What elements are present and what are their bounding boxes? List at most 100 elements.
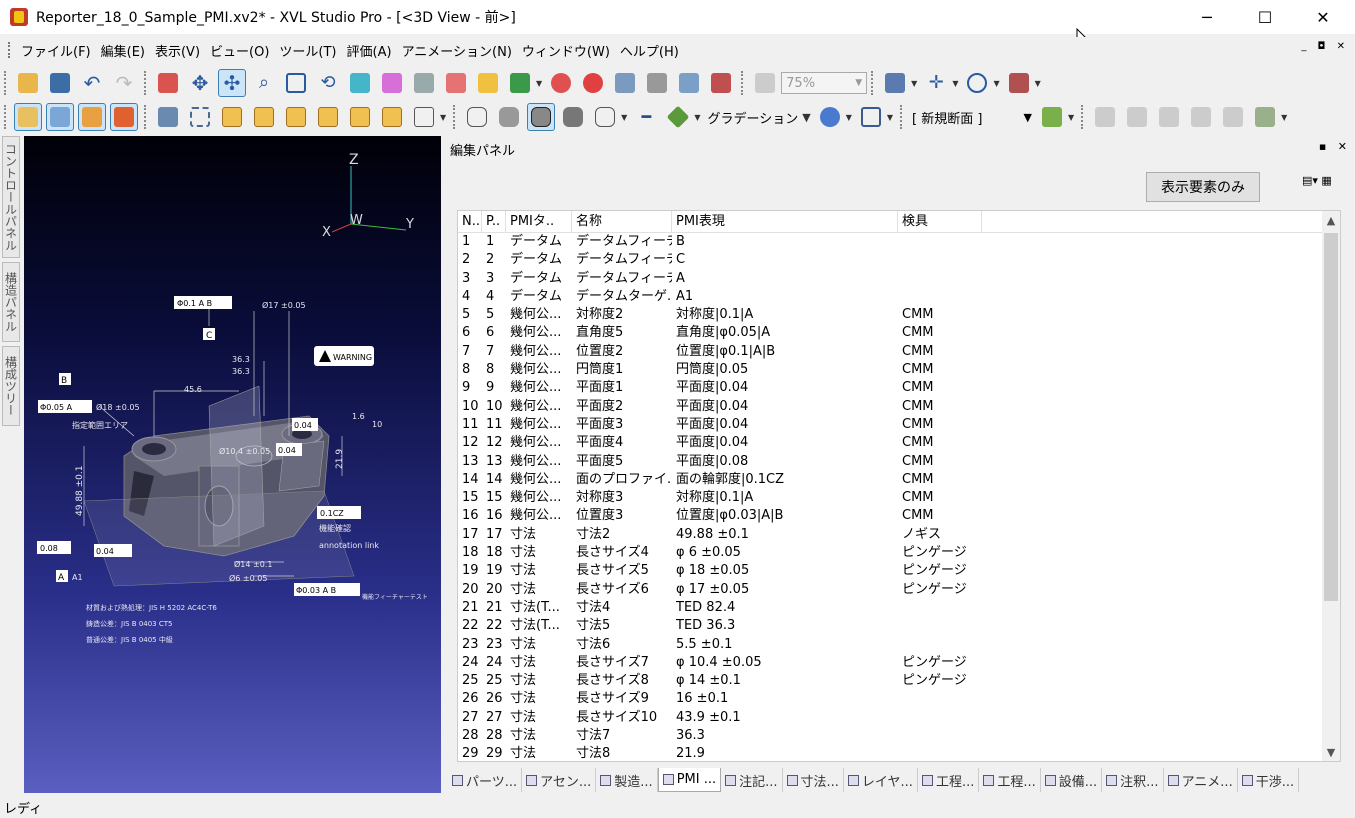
tab-control-panel[interactable]: コントロールパネル: [2, 136, 20, 258]
tab-structure-panel[interactable]: 構造パネル: [2, 262, 20, 342]
tool-n-dropdown[interactable]: ▼: [911, 79, 917, 88]
monitor-dropdown[interactable]: ▼: [887, 113, 893, 122]
import-button[interactable]: [110, 103, 138, 131]
tool-a-button[interactable]: [346, 69, 374, 97]
background-dropdown[interactable]: ▼: [694, 113, 700, 122]
table-row[interactable]: 24 24 寸法 長さサイズ7 φ 10.4 ±0.05 ピンゲージ: [458, 654, 1324, 672]
fit-button[interactable]: [186, 103, 214, 131]
tab-parts[interactable]: パーツ...: [448, 768, 523, 792]
table-row[interactable]: 26 26 寸法 長さサイズ9 16 ±0.1: [458, 690, 1324, 708]
redo-button[interactable]: ↷: [110, 69, 138, 97]
table-row[interactable]: 22 データムデータムフィーチ...C: [458, 251, 1324, 269]
tab-pmi[interactable]: PMI ...: [657, 768, 722, 792]
scroll-up-icon[interactable]: ▲: [1322, 211, 1340, 229]
render-mode-dropdown[interactable]: ▼: [621, 113, 627, 122]
table-row[interactable]: 18 18 寸法 長さサイズ4 φ 6 ±0.05 ピンゲージ: [458, 544, 1324, 562]
view-iso-button[interactable]: [410, 103, 438, 131]
col-header-gauge[interactable]: 検具: [898, 211, 982, 233]
outline-button[interactable]: [591, 103, 619, 131]
tool-n-button[interactable]: [881, 69, 909, 97]
menu-evaluate[interactable]: 評価(A): [342, 41, 397, 60]
close-button[interactable]: ✕: [1294, 0, 1352, 34]
table-row[interactable]: 5 5 幾何公... 対称度2 対称度|0.1|A CMM: [458, 306, 1324, 324]
tree-view-button[interactable]: [14, 103, 42, 131]
open-button[interactable]: [14, 69, 42, 97]
view-iso-dropdown[interactable]: ▼: [440, 113, 446, 122]
table-row[interactable]: 11 11 幾何公... 平面度3 平面度|0.04 CMM: [458, 416, 1324, 434]
tab-animation[interactable]: アニメ...: [1164, 768, 1238, 792]
table-row[interactable]: 21 21 寸法(T... 寸法4 TED 82.4: [458, 599, 1324, 617]
menu-window[interactable]: ウィンドウ(W): [517, 41, 615, 60]
gradation-label[interactable]: グラデーション: [707, 108, 798, 127]
table-row[interactable]: 16 16 幾何公... 位置度3 位置度|φ0.03|A|B CMM: [458, 507, 1324, 525]
link-button[interactable]: [154, 103, 182, 131]
col-header-n[interactable]: N..: [458, 211, 482, 233]
table-row[interactable]: 29 29 寸法 寸法8 21.9: [458, 745, 1324, 761]
tool-b-button[interactable]: [378, 69, 406, 97]
hidden-line-button[interactable]: [559, 103, 587, 131]
table-row[interactable]: 8 8 幾何公... 円筒度1 円筒度|0.05 CMM: [458, 361, 1324, 379]
zoom-combo[interactable]: 75% ▼: [781, 72, 868, 94]
tab-manufacturing[interactable]: 製造...: [596, 768, 658, 792]
section-combo[interactable]: [ 新規断面 ] ▼: [908, 106, 1036, 128]
tab-composition-tree[interactable]: 構成ツリー: [2, 346, 20, 426]
panel-pin-close[interactable]: ▪ ✕: [1319, 140, 1351, 153]
mdi-controls[interactable]: _ ◘ ✕: [1301, 41, 1349, 52]
undo-button[interactable]: ↶: [78, 69, 106, 97]
section-plane-button[interactable]: [1038, 103, 1066, 131]
tab-process-b[interactable]: 工程...: [979, 768, 1041, 792]
tool-h-button[interactable]: [579, 69, 607, 97]
pan-button[interactable]: ✥: [186, 69, 214, 97]
tool-d-button[interactable]: [442, 69, 470, 97]
col-header-pmi-type[interactable]: PMIタ..: [506, 211, 572, 233]
menu-edit[interactable]: 編集(E): [96, 41, 150, 60]
scroll-thumb[interactable]: [1324, 233, 1338, 601]
table-row[interactable]: 23 23 寸法 寸法6 5.5 ±0.1: [458, 636, 1324, 654]
col-header-p[interactable]: P..: [482, 211, 506, 233]
tool-p-dropdown[interactable]: ▼: [993, 79, 999, 88]
tool-i-button[interactable]: [611, 69, 639, 97]
edge-line-button[interactable]: ━: [632, 103, 660, 131]
panel-view-button[interactable]: [46, 103, 74, 131]
menu-view[interactable]: 表示(V): [150, 41, 205, 60]
tool-k-button[interactable]: [675, 69, 703, 97]
save-button[interactable]: [46, 69, 74, 97]
table-row[interactable]: 25 25 寸法 長さサイズ8 φ 14 ±0.1 ピンゲージ: [458, 672, 1324, 690]
sphere-color-dropdown[interactable]: ▼: [846, 113, 852, 122]
section-tool-c-button[interactable]: [1155, 103, 1183, 131]
section-plane-dropdown[interactable]: ▼: [1068, 113, 1074, 122]
spin-button[interactable]: ⟲: [314, 69, 342, 97]
table-row[interactable]: 13 13 幾何公... 平面度5 平面度|0.08 CMM: [458, 453, 1324, 471]
table-row[interactable]: 10 10 幾何公... 平面度2 平面度|0.04 CMM: [458, 398, 1324, 416]
table-row[interactable]: 20 20 寸法 長さサイズ6 φ 17 ±0.05 ピンゲージ: [458, 581, 1324, 599]
menu-tools[interactable]: ツール(T): [274, 41, 341, 60]
zoom-box-button[interactable]: [282, 69, 310, 97]
table-scrollbar[interactable]: ▲ ▼: [1322, 211, 1340, 761]
tool-q-button[interactable]: [1005, 69, 1033, 97]
table-row[interactable]: 33 データムデータムフィーチ...A: [458, 270, 1324, 288]
scroll-down-icon[interactable]: ▼: [1322, 743, 1340, 761]
view-back-button[interactable]: [250, 103, 278, 131]
sphere-color-button[interactable]: [816, 103, 844, 131]
tab-process-a[interactable]: 工程...: [918, 768, 980, 792]
table-row[interactable]: 11 データムデータムフィーチ... B: [458, 233, 1324, 251]
tab-dimensions[interactable]: 寸法...: [783, 768, 844, 792]
view-bottom-button[interactable]: [378, 103, 406, 131]
section-tool-e-button[interactable]: [1219, 103, 1247, 131]
tool-c-button[interactable]: [410, 69, 438, 97]
tool-m-button[interactable]: [751, 69, 779, 97]
tab-layers[interactable]: レイヤ...: [844, 768, 918, 792]
section-tool-dropdown[interactable]: ▼: [1281, 113, 1287, 122]
table-row[interactable]: 7 7 幾何公... 位置度2 位置度|φ0.1|A|B CMM: [458, 343, 1324, 361]
tool-p-button[interactable]: [963, 69, 991, 97]
3d-viewport[interactable]: Z W Y X Φ0.1 A B C WARNING B Φ0.05 A 0.0…: [24, 136, 441, 793]
tool-e-button[interactable]: [474, 69, 502, 97]
section-tool-f-button[interactable]: [1251, 103, 1279, 131]
wireframe-button[interactable]: [463, 103, 491, 131]
section-tool-d-button[interactable]: [1187, 103, 1215, 131]
table-row[interactable]: 4 4 データム データムターゲ... A1: [458, 288, 1324, 306]
tool-j-button[interactable]: [643, 69, 671, 97]
tool-f-button[interactable]: [506, 69, 534, 97]
menu-animation[interactable]: アニメーション(N): [397, 41, 517, 60]
rotate-button[interactable]: ✣: [218, 69, 246, 97]
